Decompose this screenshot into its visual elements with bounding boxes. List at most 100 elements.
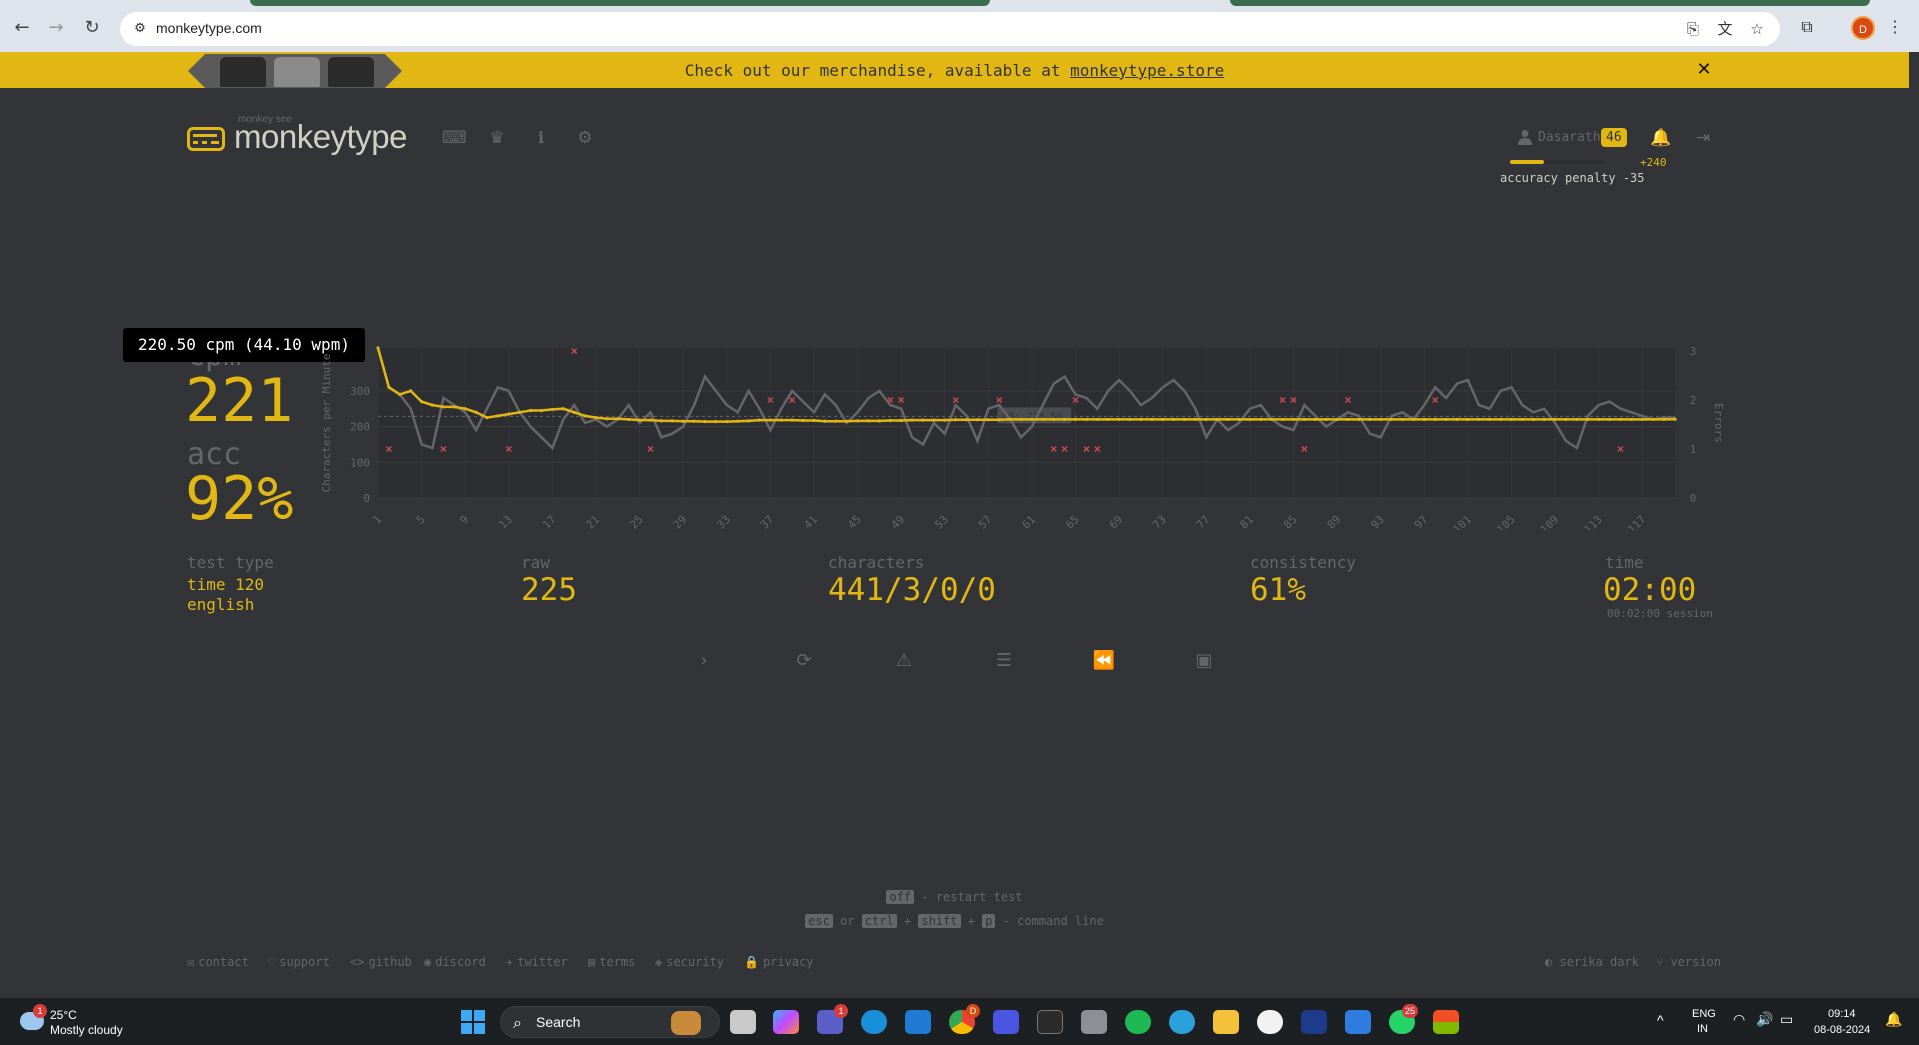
install-app-icon[interactable]: ⎘ (1684, 20, 1702, 38)
footer-link-discord[interactable]: ◉ discord (424, 955, 486, 969)
footer-link-label[interactable]: security (666, 955, 724, 969)
forward-icon[interactable]: → (44, 16, 68, 40)
consistency-value[interactable]: 61% (1250, 572, 1306, 608)
volume-icon[interactable]: 🔊 (1756, 1012, 1773, 1028)
info-icon[interactable]: i (530, 127, 552, 149)
address-bar[interactable]: ⚙ monkeytype.com ⎘ 文 ☆ (120, 12, 1780, 46)
keyboard-icon[interactable]: ⌨ (442, 127, 467, 149)
sign-out-icon[interactable]: ⇥ (1692, 127, 1714, 149)
search-label: Search (536, 1014, 581, 1030)
restart-button[interactable]: ⟳ (790, 647, 818, 675)
footer-link-label[interactable]: privacy (763, 955, 814, 969)
vscode-icon[interactable] (905, 1010, 931, 1034)
translate-icon[interactable]: 文 (1716, 20, 1734, 38)
footer-link-label[interactable]: twitter (517, 955, 568, 969)
show-words-button[interactable]: ☰ (990, 647, 1018, 675)
windows-start-icon[interactable] (461, 1010, 485, 1034)
language-code[interactable]: ENG (1692, 1008, 1716, 1020)
footer-link-label[interactable]: terms (599, 955, 635, 969)
practice-mistakes-button[interactable]: ⚠ (890, 647, 918, 675)
site-settings-icon[interactable]: ⚙ (130, 19, 150, 39)
x-tick-label: 105 (1494, 513, 1517, 530)
characters-value[interactable]: 441/3/0/0 (828, 572, 996, 608)
version-label[interactable]: version (1670, 955, 1721, 969)
mysql-workbench-icon[interactable] (1301, 1010, 1327, 1034)
cpm-point (964, 418, 969, 422)
back-icon[interactable]: ← (10, 16, 34, 40)
task-view-icon[interactable] (730, 1010, 756, 1034)
footer-link-terms[interactable]: ▤ terms (588, 955, 635, 969)
cpm-point (812, 418, 816, 423)
p-key: p (982, 914, 996, 928)
terminal-icon[interactable] (1037, 1010, 1063, 1034)
chevron-up-icon[interactable]: ^ (1657, 1012, 1664, 1028)
weather-description[interactable]: Mostly cloudy (50, 1023, 123, 1037)
version-link[interactable]: ⑂ version (1656, 955, 1721, 969)
footer-link-label[interactable]: github (368, 955, 411, 969)
acc-value[interactable]: 92% (185, 464, 293, 534)
tab-strip (0, 0, 1919, 6)
cpm-point (823, 419, 827, 423)
settings-gear-icon[interactable]: ⚙ (574, 127, 596, 149)
weather-temperature[interactable]: 25°C (50, 1008, 77, 1022)
close-icon[interactable]: ✕ (1694, 60, 1714, 80)
profile-avatar[interactable]: D (1851, 16, 1875, 40)
footer-link-support[interactable]: ♡ support (268, 955, 330, 969)
crown-icon[interactable]: ♛ (486, 127, 508, 149)
clock-date[interactable]: 08-08-2024 (1814, 1024, 1870, 1036)
microsoft-store-icon[interactable] (1433, 1010, 1459, 1034)
extensions-icon[interactable]: ⧉ (1796, 16, 1818, 38)
x-tick-label: 33 (714, 513, 733, 530)
next-test-button[interactable]: › (690, 647, 718, 675)
result-chart[interactable]: 010020030001231 5 9 13 17 21 25 29 33 37 41 45 49 53 5… (310, 330, 1730, 530)
url-text[interactable]: monkeytype.com (156, 20, 262, 36)
theme-name[interactable]: serika dark (1559, 955, 1638, 969)
bookmark-star-icon[interactable]: ☆ (1748, 20, 1766, 38)
wpm-value[interactable]: 221 (185, 366, 293, 436)
footer-link-label[interactable]: support (279, 955, 330, 969)
cpm-point (1095, 417, 1099, 422)
x-tick-label: 73 (1150, 513, 1169, 530)
spotify-icon[interactable] (1125, 1010, 1151, 1034)
wifi-icon[interactable]: ◠ (1733, 1012, 1745, 1028)
file-explorer-icon[interactable] (1213, 1010, 1239, 1034)
telegram-icon[interactable] (1169, 1010, 1195, 1034)
footer-link-label[interactable]: contact (198, 955, 249, 969)
browser-tab[interactable] (1230, 0, 1870, 6)
replay-button[interactable]: ⏪ (1090, 647, 1118, 675)
username[interactable]: Dasarath (1538, 130, 1601, 145)
logo-icon[interactable] (187, 127, 225, 151)
cpm-point (670, 419, 674, 423)
copilot-icon[interactable] (773, 1010, 799, 1034)
store-link[interactable]: monkeytype.store (1070, 61, 1224, 80)
visual-studio-icon[interactable] (993, 1010, 1019, 1034)
reload-icon[interactable]: ↻ (80, 16, 104, 40)
browser-tab[interactable] (250, 0, 990, 6)
footer-link-twitter[interactable]: ✈ twitter (506, 955, 568, 969)
theme-link[interactable]: ◐ serika dark (1545, 955, 1639, 969)
edge-icon[interactable] (861, 1010, 887, 1034)
clock-time[interactable]: 09:14 (1828, 1008, 1856, 1020)
mongodb-icon[interactable] (1257, 1010, 1283, 1034)
logo-text[interactable]: monkeytype (234, 118, 407, 156)
user-icon[interactable] (1518, 129, 1532, 145)
battery-icon[interactable]: ▭ (1780, 1012, 1793, 1028)
footer-link-label[interactable]: discord (435, 955, 486, 969)
time-value[interactable]: 02:00 (1603, 572, 1696, 608)
browser-menu-icon[interactable]: ⋮ (1884, 16, 1906, 38)
notepad-icon[interactable] (1345, 1010, 1371, 1034)
language-region[interactable]: IN (1697, 1023, 1708, 1035)
screenshot-button[interactable]: ▣ (1190, 647, 1218, 675)
raw-value[interactable]: 225 (521, 572, 577, 608)
taskbar-search[interactable]: ⌕ Search (500, 1006, 720, 1038)
footer-link-privacy[interactable]: 🔒 privacy (744, 955, 814, 969)
browser-chrome: ← → ↻ ⚙ monkeytype.com ⎘ 文 ☆ ⧉ D ⋮ (0, 0, 1919, 52)
cpm-point (1608, 417, 1612, 422)
notification-bell-icon[interactable]: 🔔 (1650, 127, 1672, 149)
unity-icon[interactable] (1081, 1010, 1107, 1034)
notifications-icon[interactable]: 🔔 (1885, 1012, 1902, 1028)
footer-link-github[interactable]: <> github (350, 955, 412, 969)
footer-link-security[interactable]: ◈ security (655, 955, 724, 969)
test-type-value: time 120 (187, 575, 265, 594)
footer-link-contact[interactable]: ✉ contact (187, 955, 249, 969)
